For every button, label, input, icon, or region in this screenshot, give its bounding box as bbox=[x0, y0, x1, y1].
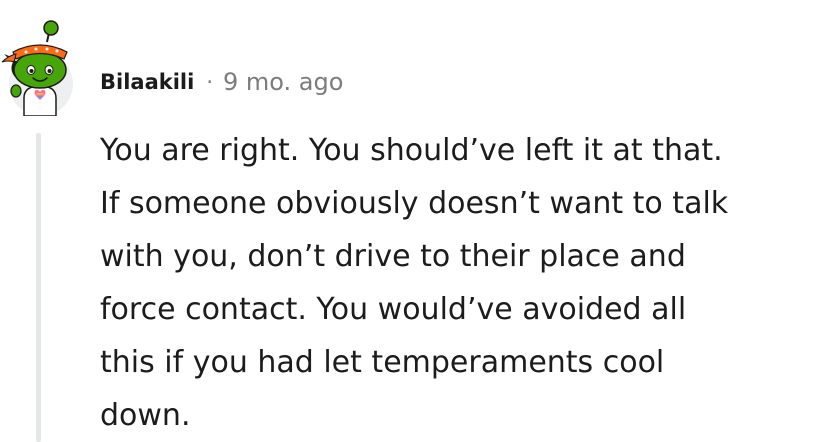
separator-dot: · bbox=[206, 70, 213, 94]
thread-collapse-line[interactable] bbox=[36, 133, 41, 442]
reddit-snoo-avatar-icon bbox=[1, 20, 73, 117]
comment-header: Bilaakili · 9 mo. ago bbox=[100, 64, 343, 100]
avatar[interactable] bbox=[0, 18, 82, 117]
comment-body-line: You are right. You should’ve left it at … bbox=[100, 133, 723, 168]
username-link[interactable]: Bilaakili bbox=[100, 70, 194, 94]
comment-body-line: this if you had let temperaments cool bbox=[100, 345, 665, 380]
comment-body-line: with you, don’t drive to their place and bbox=[100, 239, 686, 274]
comment-body-line: force contact. You would’ve avoided all bbox=[100, 292, 687, 327]
comment: Bilaakili · 9 mo. ago You are right. You… bbox=[0, 0, 814, 442]
comment-body: You are right. You should’ve left it at … bbox=[100, 124, 800, 442]
timestamp[interactable]: 9 mo. ago bbox=[223, 68, 343, 96]
comment-body-line: If someone obviously doesn’t want to tal… bbox=[100, 186, 729, 221]
comment-body-line: down. bbox=[100, 398, 191, 433]
